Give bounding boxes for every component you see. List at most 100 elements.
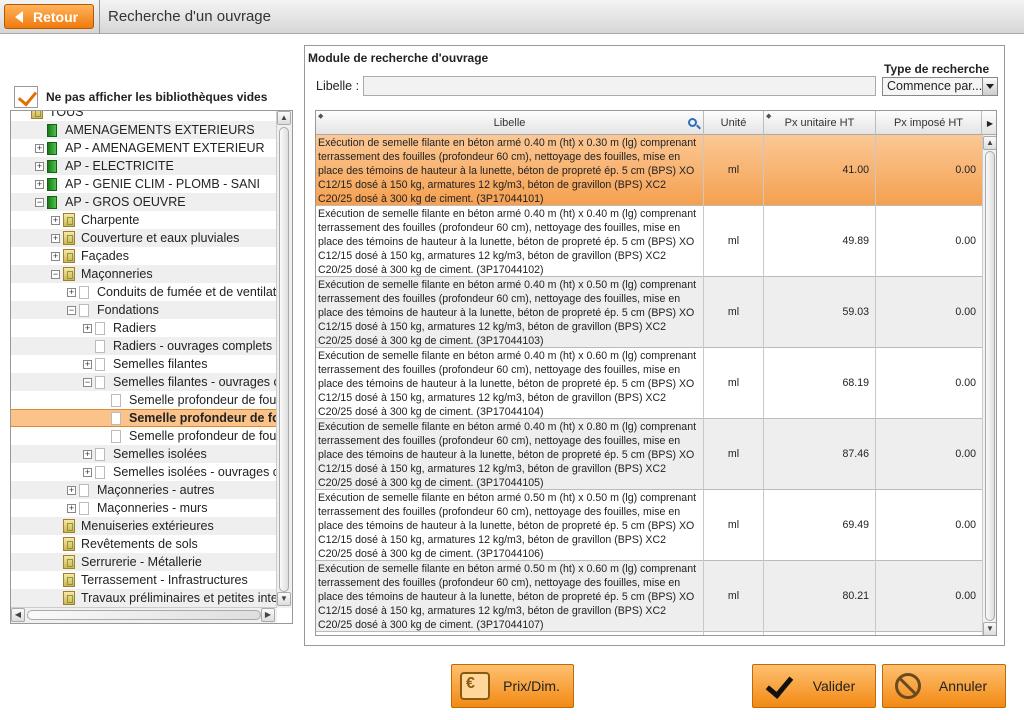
tree-item[interactable]: Travaux préliminaires et petites inte <box>11 589 277 607</box>
table-row[interactable]: Exécution de semelle filante en béton ar… <box>316 206 982 277</box>
document-icon <box>79 285 89 299</box>
table-row[interactable]: Exécution de semelle filante en béton ar… <box>316 419 982 490</box>
scroll-down-arrow-icon[interactable]: ▼ <box>277 592 291 606</box>
tree-item[interactable]: − AP - GROS OEUVRE <box>11 193 277 211</box>
document-icon <box>95 375 105 389</box>
cancel-icon <box>895 673 921 699</box>
prix-dim-button[interactable]: Prix/Dim. <box>451 664 574 708</box>
tree-item[interactable]: − Fondations <box>11 301 277 319</box>
page-title: Recherche d'un ouvrage <box>108 8 271 25</box>
tree-item[interactable]: + Façades <box>11 247 277 265</box>
tree-item-label: Façades <box>81 249 129 263</box>
tree-item[interactable]: + Conduits de fumée et de ventilati <box>11 283 277 301</box>
expand-icon[interactable]: + <box>67 287 76 297</box>
expand-icon[interactable]: + <box>35 143 44 153</box>
tree-item[interactable]: + AP - ELECTRICITE <box>11 157 277 175</box>
expand-icon[interactable]: + <box>35 179 44 189</box>
tree-item[interactable]: + Maçonneries - murs <box>11 499 277 517</box>
document-icon <box>111 411 121 425</box>
cell-px-impose <box>876 632 982 635</box>
expand-icon[interactable]: + <box>35 161 44 171</box>
tree-item[interactable]: Semelle profondeur de fou <box>11 427 277 445</box>
expand-icon[interactable]: + <box>51 251 60 261</box>
tree-item[interactable]: Revêtements de sols <box>11 535 277 553</box>
scroll-up-arrow-icon[interactable]: ▲ <box>277 111 291 125</box>
tree-item[interactable]: AMENAGEMENTS EXTERIEURS <box>11 121 277 139</box>
tree-item[interactable]: Terrassement - Infrastructures <box>11 571 277 589</box>
table-row[interactable]: Exécution de semelle filante en béton ar… <box>316 277 982 348</box>
sort-icon: ◆ <box>318 113 324 120</box>
tree-vertical-scrollbar[interactable]: ▲ ▼ <box>276 111 292 608</box>
document-icon <box>79 483 89 497</box>
tree-item-label: Semelles isolées <box>113 447 207 461</box>
tree-item[interactable]: + Semelles isolées - ouvrages c <box>11 463 277 481</box>
table-row[interactable]: Exécution de semelle filante en béton ar… <box>316 348 982 419</box>
collapse-icon[interactable]: − <box>67 305 76 315</box>
cell-px-unitaire: 49.89 <box>764 206 876 277</box>
expand-icon[interactable]: + <box>83 359 92 369</box>
tree-item[interactable]: + AP - AMENAGEMENT EXTERIEUR <box>11 139 277 157</box>
header-bar: Retour Recherche d'un ouvrage <box>0 0 1024 34</box>
hide-empty-libraries-toggle[interactable]: Ne pas afficher les bibliothèques vides <box>14 86 267 108</box>
tree-item[interactable]: + AP - GENIE CLIM - PLOMB - SANI <box>11 175 277 193</box>
table-row[interactable]: Exécution de semelle filante en béton ar… <box>316 490 982 561</box>
table-row[interactable]: Exécution de semelle filante en béton ar… <box>316 135 982 206</box>
scroll-down-arrow-icon[interactable]: ▼ <box>983 622 996 635</box>
tree-item[interactable]: + Charpente <box>11 211 277 229</box>
tree-item[interactable]: Radiers - ouvrages complets <box>11 337 277 355</box>
search-icon[interactable] <box>688 118 697 127</box>
tree-item[interactable]: TOUS <box>11 111 277 121</box>
tree-scroll-thumb[interactable] <box>279 127 289 592</box>
tree-item[interactable]: Serrurerie - Métallerie <box>11 553 277 571</box>
tree-item[interactable]: + Couverture et eaux pluviales <box>11 229 277 247</box>
column-header-label: Libelle <box>493 117 526 129</box>
search-type-select[interactable]: Commence par... <box>882 77 998 96</box>
expand-icon[interactable]: + <box>51 215 60 225</box>
tree-item[interactable]: + Semelles isolées <box>11 445 277 463</box>
tree-item[interactable]: − Maçonneries <box>11 265 277 283</box>
tree-item[interactable]: + Radiers <box>11 319 277 337</box>
tree-hscroll-thumb[interactable] <box>27 610 261 620</box>
tree-item[interactable]: − Semelles filantes - ouvrages c <box>11 373 277 391</box>
grid-vertical-scrollbar[interactable]: ▲ ▼ <box>982 135 996 635</box>
expand-icon[interactable]: + <box>51 233 60 243</box>
folder-icon <box>63 213 75 227</box>
back-button[interactable]: Retour <box>4 4 94 29</box>
scroll-left-arrow-icon[interactable]: ◀ <box>11 608 25 622</box>
tree-item[interactable]: Menuiseries extérieures <box>11 517 277 535</box>
cell-px-unitaire: 59.03 <box>764 277 876 348</box>
column-header-px-impose[interactable]: Px imposé HT <box>876 111 982 135</box>
cell-px-impose: 0.00 <box>955 519 976 532</box>
tree-item[interactable]: Semelle profondeur de fou <box>11 391 277 409</box>
collapse-icon[interactable]: − <box>35 197 44 207</box>
collapse-icon[interactable]: − <box>51 269 60 279</box>
checkbox-checked-icon[interactable] <box>14 86 38 108</box>
tree-item[interactable]: + Maçonneries - autres <box>11 481 277 499</box>
libelle-search-input[interactable] <box>363 76 876 96</box>
column-header-libelle[interactable]: ◆ Libelle <box>316 111 704 135</box>
scroll-up-arrow-icon[interactable]: ▲ <box>983 136 996 150</box>
header-separator <box>99 0 100 34</box>
tree-item-label: TOUS <box>49 111 84 119</box>
collapse-icon[interactable]: − <box>83 377 92 387</box>
expand-icon[interactable]: + <box>67 503 76 513</box>
expand-icon[interactable]: + <box>83 323 92 333</box>
valider-button[interactable]: Valider <box>752 664 876 708</box>
expand-icon[interactable]: + <box>83 467 92 477</box>
column-header-px-unitaire[interactable]: ◆ Px unitaire HT <box>764 111 876 135</box>
tree-item[interactable]: Semelle profondeur de fou <box>11 409 277 427</box>
more-columns-arrow-icon[interactable]: ▶ <box>982 111 996 135</box>
table-row[interactable]: Exécution de semelle filante en béton ar… <box>316 561 982 632</box>
table-row[interactable]: Exécution de semelle filante en béton ar… <box>316 632 982 635</box>
expand-icon[interactable]: + <box>67 485 76 495</box>
tree-item[interactable]: + Semelles filantes <box>11 355 277 373</box>
scroll-right-arrow-icon[interactable]: ▶ <box>261 608 275 622</box>
expand-icon[interactable]: + <box>83 449 92 459</box>
document-icon <box>111 393 121 407</box>
column-header-unite[interactable]: Unité <box>704 111 764 135</box>
tree-horizontal-scrollbar[interactable]: ◀ ▶ <box>11 607 277 623</box>
grid-scroll-thumb[interactable] <box>985 151 995 621</box>
cell-px-unitaire: 68.19 <box>764 348 876 419</box>
annuler-button[interactable]: Annuler <box>882 664 1006 708</box>
chevron-down-icon[interactable] <box>982 78 997 95</box>
